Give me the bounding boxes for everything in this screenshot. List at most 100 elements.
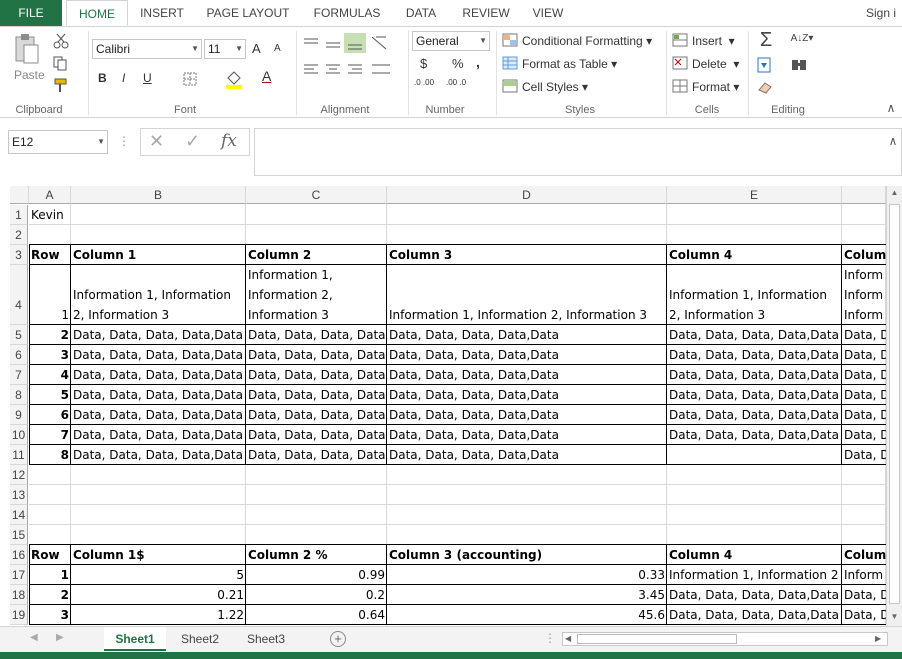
currency-button[interactable]: $: [420, 56, 427, 71]
italic-button[interactable]: I: [122, 71, 125, 85]
table-cell[interactable]: Data, D: [842, 385, 886, 405]
copy-icon[interactable]: [52, 55, 70, 71]
font-size-combo[interactable]: 11 ▼: [204, 39, 246, 59]
cell-c4-line2[interactable]: Information 2,: [246, 285, 387, 305]
row-header[interactable]: 15: [10, 525, 28, 545]
table-cell[interactable]: Data, D: [842, 425, 886, 445]
shrink-font-button[interactable]: A: [274, 43, 281, 54]
table-cell[interactable]: Data, Data, Data, Data,: [246, 345, 387, 365]
table-cell[interactable]: Data, Data, Data, Data,: [246, 385, 387, 405]
table-cell[interactable]: 5: [29, 385, 71, 405]
sign-in-link[interactable]: Sign i: [866, 0, 902, 26]
table-cell[interactable]: 7: [29, 425, 71, 445]
row-header[interactable]: 12: [10, 465, 28, 485]
find-select-icon[interactable]: [790, 57, 812, 73]
table-cell[interactable]: 0.21: [71, 585, 246, 605]
cell-b4-line2[interactable]: 2, Information 3: [71, 305, 246, 325]
table-cell[interactable]: Data, Data, Data, Data,Data: [667, 405, 842, 425]
table-cell[interactable]: Data, D: [842, 325, 886, 345]
table-cell[interactable]: Data, Data, Data, Data,Data: [71, 385, 246, 405]
enter-icon[interactable]: ✓: [185, 131, 200, 152]
table-cell[interactable]: 3: [29, 605, 71, 625]
prev-sheet-icon[interactable]: ◀: [30, 632, 38, 643]
cell-b16[interactable]: Column 1$: [71, 545, 246, 565]
table-cell[interactable]: 0.64: [246, 605, 387, 625]
horizontal-scroll-thumb[interactable]: [577, 634, 737, 644]
table-cell[interactable]: 45.6: [387, 605, 667, 625]
table-cell[interactable]: 0.33: [387, 565, 667, 585]
table-cell[interactable]: Data, Data, Data, Data,: [246, 445, 387, 465]
fill-icon[interactable]: [756, 57, 774, 73]
table-cell[interactable]: Data, Data, Data, Data,Data: [71, 345, 246, 365]
table-cell[interactable]: 3: [29, 345, 71, 365]
number-format-combo[interactable]: General ▼: [412, 31, 490, 51]
column-header-d[interactable]: D: [387, 186, 667, 204]
scroll-right-icon[interactable]: ▶: [875, 634, 881, 643]
table-cell[interactable]: Data, Data, Data, Data,Data: [387, 405, 667, 425]
table-cell[interactable]: Data, Data, Data, Data,: [246, 365, 387, 385]
table-cell[interactable]: Data, Data, Data, Data,: [246, 325, 387, 345]
tab-split-handle-icon[interactable]: ⋮: [544, 631, 556, 645]
underline-button[interactable]: U: [143, 71, 152, 85]
cell-a1[interactable]: Kevin: [29, 205, 129, 225]
cell-a3[interactable]: Row: [29, 245, 71, 265]
cell-c4-line3[interactable]: Information 3: [246, 305, 387, 325]
row-header[interactable]: 16: [10, 545, 28, 565]
percent-button[interactable]: %: [452, 56, 464, 71]
collapse-formula-bar-icon[interactable]: ∧: [886, 134, 900, 148]
row-header[interactable]: 9: [10, 405, 28, 425]
tab-data[interactable]: DATA: [396, 0, 446, 26]
grow-font-button[interactable]: A: [252, 41, 261, 56]
sheet-tab-sheet2[interactable]: Sheet2: [170, 627, 230, 651]
table-cell[interactable]: Inform: [842, 565, 886, 585]
table-cell[interactable]: Data, Data, Data, Data,Data: [667, 365, 842, 385]
format-cells-button[interactable]: Format ▾: [692, 80, 739, 94]
row-header[interactable]: 3: [10, 245, 28, 265]
fill-color-icon[interactable]: [224, 69, 244, 89]
name-box[interactable]: E12 ▼: [8, 130, 108, 154]
tab-page-layout[interactable]: PAGE LAYOUT: [200, 0, 296, 26]
horizontal-scrollbar[interactable]: ◀ ▶: [562, 632, 888, 646]
table-cell[interactable]: Data, Data, Data, Data,Data: [387, 365, 667, 385]
font-color-button[interactable]: A: [262, 68, 271, 84]
cell-a16[interactable]: Row: [29, 545, 71, 565]
paste-button[interactable]: Paste: [14, 68, 45, 82]
table-cell[interactable]: Data, Data, Data, Data,Data: [667, 345, 842, 365]
sort-filter-icon[interactable]: A↓Z▾: [790, 33, 814, 51]
table-cell[interactable]: Data, D: [842, 345, 886, 365]
table-cell[interactable]: Data, Data, Data, Data,Data: [387, 445, 667, 465]
alignment-controls[interactable]: [302, 33, 406, 97]
cell-d4[interactable]: Information 1, Information 2, Informatio…: [387, 305, 667, 325]
decrease-decimal-button[interactable]: .00 .0: [446, 79, 466, 87]
table-cell[interactable]: Data, Data, Data, Data,Data: [667, 425, 842, 445]
row-header[interactable]: 6: [10, 345, 28, 365]
tab-view[interactable]: VIEW: [524, 0, 572, 26]
format-painter-icon[interactable]: [52, 77, 70, 93]
row-header[interactable]: 10: [10, 425, 28, 445]
vertical-scroll-thumb[interactable]: [889, 204, 900, 604]
cell-c3[interactable]: Column 2: [246, 245, 387, 265]
cell-f16[interactable]: Colum: [842, 545, 886, 565]
cell-e4-line1[interactable]: Information 1, Information: [667, 285, 842, 305]
tab-home[interactable]: HOME: [66, 0, 128, 26]
cell-styles-button[interactable]: Cell Styles ▾: [522, 80, 588, 94]
table-cell[interactable]: Data, Data, Data, Data,Data: [387, 345, 667, 365]
cell-f4-line2[interactable]: Inform: [842, 285, 886, 305]
table-cell[interactable]: Data, Data, Data, Data,Data: [71, 325, 246, 345]
borders-icon[interactable]: [182, 71, 200, 87]
tab-review[interactable]: REVIEW: [456, 0, 516, 26]
table-cell[interactable]: Data, Data, Data, Data,Data: [387, 325, 667, 345]
cell-f4-line1[interactable]: Inform: [842, 265, 886, 285]
delete-cells-button[interactable]: Delete ▾: [692, 57, 739, 71]
increase-decimal-button[interactable]: .0 .00: [414, 79, 434, 87]
table-cell[interactable]: Information 1, Information 2: [667, 565, 842, 585]
table-cell[interactable]: Data, Data, Data, Data,Data: [667, 325, 842, 345]
scroll-left-icon[interactable]: ◀: [565, 634, 571, 643]
insert-cells-button[interactable]: Insert ▾: [692, 34, 735, 48]
column-header-c[interactable]: C: [246, 186, 387, 204]
table-cell[interactable]: Data, D: [842, 605, 886, 625]
table-cell[interactable]: 0.2: [246, 585, 387, 605]
cell-e16[interactable]: Column 4: [667, 545, 842, 565]
table-cell[interactable]: Data, Data, Data, Data,Data: [667, 605, 842, 625]
table-cell[interactable]: Data, Data, Data, Data,Data: [71, 425, 246, 445]
